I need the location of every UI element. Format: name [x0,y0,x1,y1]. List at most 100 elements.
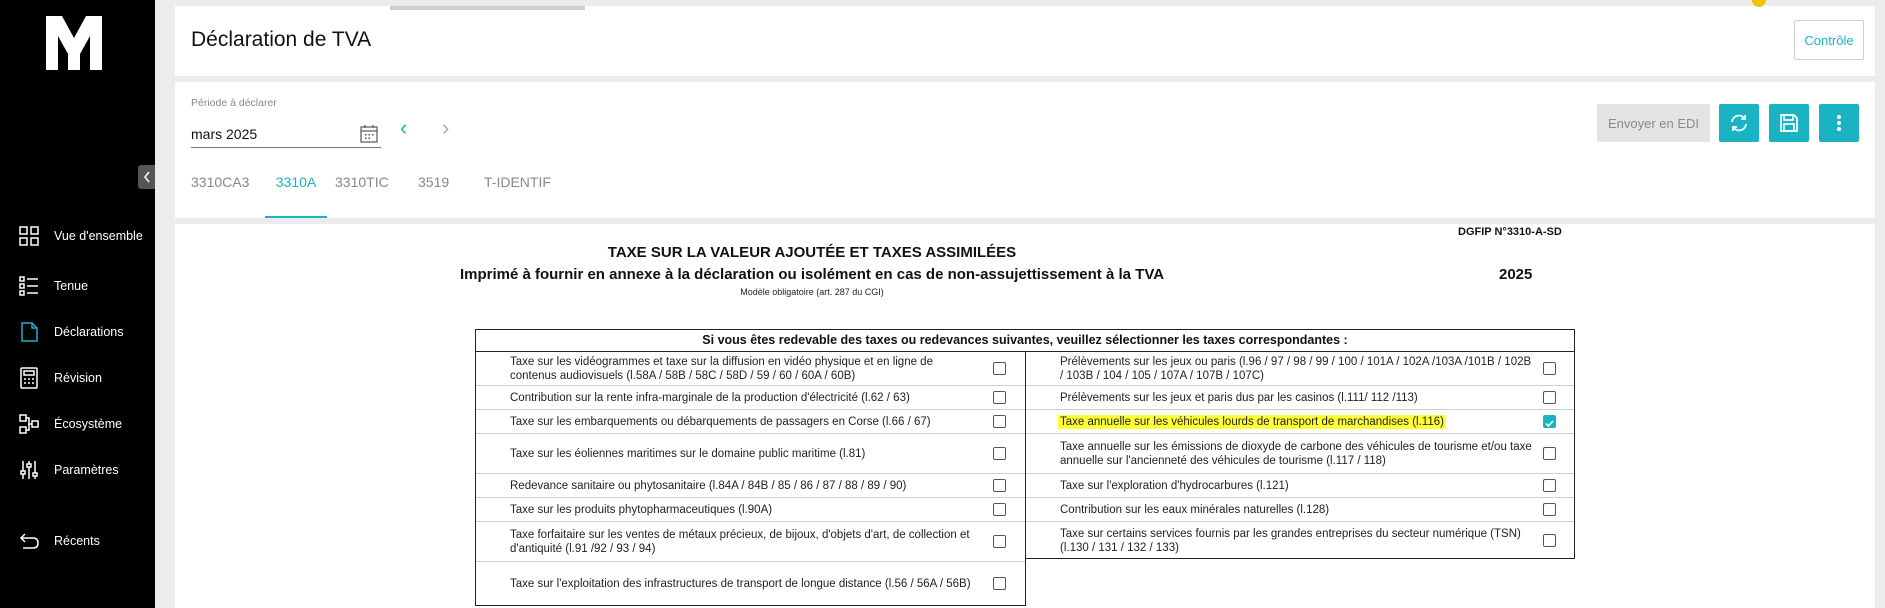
period-card: Période à déclarer mars 2025 ‹ › 3310CA3… [175,82,1875,218]
logo-icon[interactable] [44,8,104,76]
sidebar-item-label: Paramètres [54,462,119,477]
next-period-button[interactable]: › [442,115,449,141]
tax-row: Taxe sur l'exploration d'hydrocarbures (… [1026,474,1574,498]
page-title: Déclaration de TVA [191,28,372,51]
form-subtitle: Imprimé à fournir en annexe à la déclara… [459,266,1165,283]
tax-label: Contribution sur la rente infra-marginal… [510,391,910,404]
sidebar-item-tenue[interactable]: Tenue [0,266,155,306]
tax-checkbox[interactable] [993,577,1006,590]
tax-checkbox[interactable] [1543,447,1556,460]
refresh-icon [1731,114,1747,132]
tax-label-highlighted: Taxe annuelle sur les véhicules lourds d… [1058,414,1446,429]
sidebar: Vue d'ensemble Tenue Déclarations Révisi… [0,0,155,608]
tax-checkbox[interactable] [1543,479,1556,492]
send-edi-button[interactable]: Envoyer en EDI [1597,104,1710,142]
sidebar-item-recents[interactable]: Récents [0,521,155,561]
tax-label: Taxe sur l'exploration d'hydrocarbures (… [1060,479,1289,492]
tax-label: Taxe annuelle sur les émissions de dioxy… [1060,440,1532,467]
form-note: Modèle obligatoire (art. 287 du CGI) [740,287,884,297]
tax-label: Prélèvements sur les jeux et paris dus p… [1060,391,1418,404]
tax-label: Taxe sur les éoliennes maritimes sur le … [510,447,866,460]
tax-row: Taxe sur l'exploitation des infrastructu… [476,562,1025,606]
tax-checkbox[interactable] [993,447,1006,460]
sidebar-item-declarations[interactable]: Déclarations [0,312,155,352]
tax-selection-header: Si vous êtes redevable des taxes ou rede… [475,329,1575,352]
tax-list-left: Taxe sur les vidéogrammes et taxe sur la… [475,352,1026,606]
sidebar-item-label: Déclarations [54,324,124,339]
tax-checkbox[interactable] [1543,503,1556,516]
previous-period-button[interactable]: ‹ [400,115,407,141]
network-icon [19,414,39,434]
document-icon [21,322,38,342]
page-header: Déclaration de TVA Contrôle [175,6,1875,76]
tab-t-identif[interactable]: T-IDENTIF [484,174,564,218]
top-tab-strip [390,6,585,10]
tax-label: Prélèvements sur les jeux ou paris (l.96… [1060,355,1532,382]
tax-row: Taxe annuelle sur les émissions de dioxy… [1026,434,1574,474]
tab-3310a[interactable]: 3310A [265,174,327,218]
sidebar-item-label: Récents [54,533,100,548]
sidebar-item-vue-ensemble[interactable]: Vue d'ensemble [0,216,155,256]
sidebar-item-ecosysteme[interactable]: Écosystème [0,404,155,444]
period-label: Période à déclarer [191,97,277,109]
tax-row: Taxe sur les vidéogrammes et taxe sur la… [476,352,1025,386]
list-icon [19,276,38,296]
collapse-sidebar-button[interactable] [138,165,155,189]
tab-3519[interactable]: 3519 [418,174,458,218]
tax-row: Taxe sur les produits phytopharmaceutiqu… [476,498,1025,522]
tax-checkbox[interactable] [993,503,1006,516]
tab-3310tic[interactable]: 3310TIC [335,174,395,218]
tax-checkbox[interactable] [993,415,1006,428]
calendar-icon[interactable] [359,124,379,144]
tax-row: Taxe annuelle sur les véhicules lourds d… [1026,410,1574,434]
undo-icon [19,533,39,549]
tab-3310ca3[interactable]: 3310CA3 [191,174,251,218]
sidebar-item-label: Révision [54,370,102,385]
tax-row: Prélèvements sur les jeux et paris dus p… [1026,386,1574,410]
tax-row: Taxe sur les embarquements ou débarqueme… [476,410,1025,434]
sidebar-item-label: Écosystème [54,416,123,431]
tax-checkbox[interactable] [1543,362,1556,375]
tax-row: Taxe forfaitaire sur les ventes de métau… [476,522,1025,562]
tax-row: Taxe sur les éoliennes maritimes sur le … [476,434,1025,474]
tax-label: Taxe sur les embarquements ou débarqueme… [510,415,931,428]
tax-checkbox[interactable] [993,535,1006,548]
sidebar-item-label: Tenue [54,278,89,293]
tax-checkbox[interactable] [993,391,1006,404]
checkmark-icon [1545,420,1554,428]
save-button[interactable] [1769,104,1809,142]
tax-row: Contribution sur la rente infra-marginal… [476,386,1025,410]
more-options-button[interactable] [1819,104,1859,142]
sliders-icon [20,461,38,479]
tax-checkbox[interactable] [993,362,1006,375]
tax-label: Redevance sanitaire ou phytosanitaire (l… [510,479,907,492]
form-card: DGFIP N°3310-A-SD TAXE SUR LA VALEUR AJO… [175,224,1875,608]
refresh-button[interactable] [1719,104,1759,142]
tax-list-right: Prélèvements sur les jeux ou paris (l.96… [1026,352,1575,559]
tax-row: Taxe sur certains services fournis par l… [1026,522,1574,559]
chevron-left-icon [143,171,150,183]
tax-label: Taxe sur les vidéogrammes et taxe sur la… [510,355,933,382]
tax-checkbox-checked[interactable] [1543,415,1556,428]
tax-row: Prélèvements sur les jeux ou paris (l.96… [1026,352,1574,386]
grid-icon [19,226,39,246]
tax-checkbox[interactable] [1543,391,1556,404]
tax-label: Taxe forfaitaire sur les ventes de métau… [510,528,970,555]
tax-checkbox[interactable] [1543,534,1556,547]
controle-button[interactable]: Contrôle [1794,20,1864,60]
form-reference: DGFIP N°3310-A-SD [1458,226,1562,238]
period-input[interactable]: mars 2025 [191,122,381,148]
tax-label: Contribution sur les eaux minérales natu… [1060,503,1330,516]
sidebar-item-revision[interactable]: Révision [0,358,155,398]
sidebar-item-label: Vue d'ensemble [54,228,143,243]
tax-checkbox[interactable] [993,479,1006,492]
tax-row: Contribution sur les eaux minérales natu… [1026,498,1574,522]
form-year: 2025 [1499,266,1533,283]
calculator-icon [20,367,38,389]
tax-label: Taxe sur les produits phytopharmaceutiqu… [510,503,773,516]
tax-row: Redevance sanitaire ou phytosanitaire (l… [476,474,1025,498]
sidebar-item-parametres[interactable]: Paramètres [0,450,155,490]
form-title: TAXE SUR LA VALEUR AJOUTÉE ET TAXES ASSI… [607,244,1017,261]
tax-label: Taxe sur l'exploitation des infrastructu… [510,578,971,590]
save-icon [1780,114,1798,132]
